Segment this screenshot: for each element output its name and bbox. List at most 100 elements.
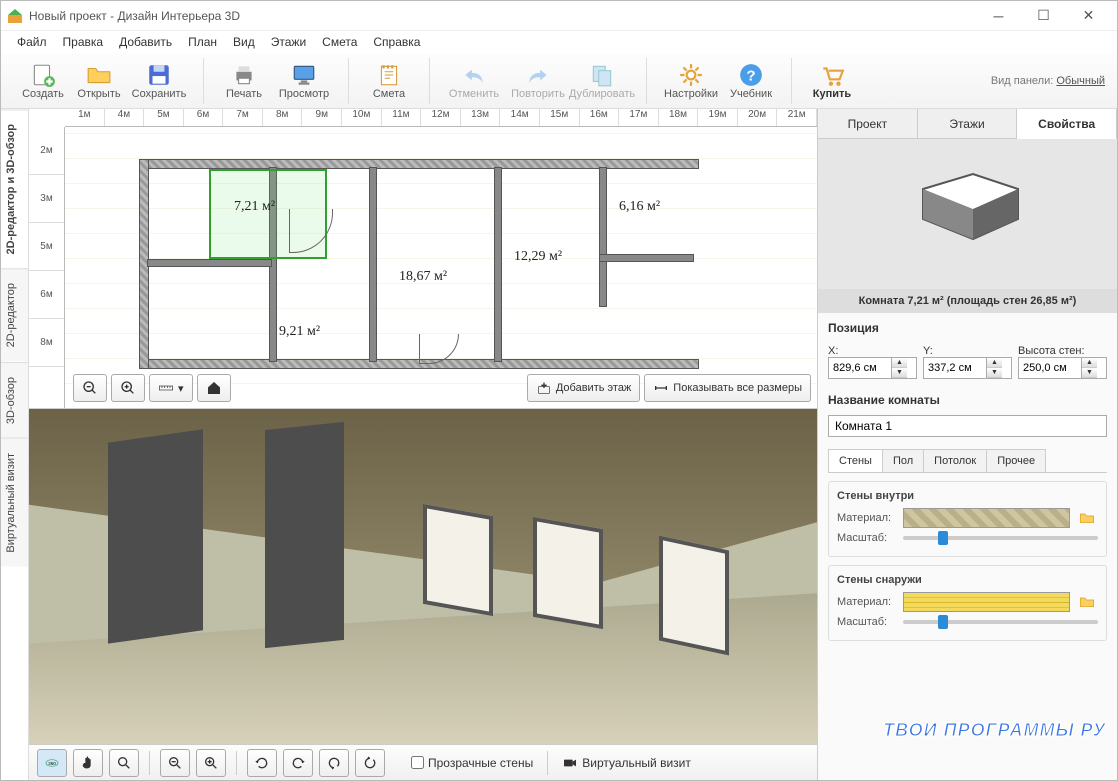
minimize-button[interactable]: ─ xyxy=(976,2,1021,30)
zoom-in-3d[interactable] xyxy=(196,749,226,777)
zoom-in-icon xyxy=(120,380,136,396)
duplicate-icon xyxy=(589,62,615,88)
position-x-input[interactable]: ▲▼ xyxy=(828,357,917,379)
menu-help[interactable]: Справка xyxy=(365,33,428,51)
tab-2d[interactable]: 2D-редактор xyxy=(1,268,28,361)
settings-button[interactable]: Настройки xyxy=(659,57,723,105)
tab-project[interactable]: Проект xyxy=(818,109,918,138)
ruler-horizontal: 1м4м5м6м7м8м9м10м11м12м13м14м15м16м17м18… xyxy=(65,109,817,127)
tilt-down-icon xyxy=(362,755,378,771)
hand-icon xyxy=(80,755,96,771)
subtab-floor[interactable]: Пол xyxy=(882,449,924,472)
orbit-button[interactable]: 360 xyxy=(37,749,67,777)
room-area-4: 12,29 м² xyxy=(514,249,562,265)
view-3d-canvas[interactable] xyxy=(29,409,817,744)
rotate-cw-button[interactable] xyxy=(283,749,313,777)
tilt-up-icon xyxy=(326,755,342,771)
browse-material-outer[interactable] xyxy=(1076,592,1098,612)
tab-floors[interactable]: Этажи xyxy=(918,109,1018,138)
window-title: Новый проект - Дизайн Интерьера 3D xyxy=(29,9,976,23)
duplicate-button[interactable]: Дублировать xyxy=(570,57,634,105)
folder-icon xyxy=(1078,510,1096,526)
undo-icon xyxy=(461,62,487,88)
tutorial-button[interactable]: ?Учебник xyxy=(723,57,779,105)
menu-view[interactable]: Вид xyxy=(225,33,263,51)
tilt-down-button[interactable] xyxy=(355,749,385,777)
menu-floors[interactable]: Этажи xyxy=(263,33,314,51)
home-button[interactable] xyxy=(197,374,231,402)
measure-button[interactable]: ▾ xyxy=(149,374,193,402)
tilt-up-button[interactable] xyxy=(319,749,349,777)
menu-bar: Файл Правка Добавить План Вид Этажи Смет… xyxy=(1,31,1117,53)
zoom-in-button[interactable] xyxy=(111,374,145,402)
rotate-ccw-button[interactable] xyxy=(247,749,277,777)
rotate-cw-icon xyxy=(290,755,306,771)
svg-text:360: 360 xyxy=(48,761,56,766)
walls-outside-group: Стены снаружи Материал: Масштаб: xyxy=(828,565,1107,641)
rotate-ccw-icon xyxy=(254,755,270,771)
zoom-out-button[interactable] xyxy=(73,374,107,402)
room-area-2: 6,16 м² xyxy=(619,199,660,215)
tab-virtual[interactable]: Виртуальный визит xyxy=(1,438,28,567)
zoom-button[interactable] xyxy=(109,749,139,777)
monitor-icon xyxy=(291,62,317,88)
tab-3d[interactable]: 3D-обзор xyxy=(1,362,28,438)
new-icon xyxy=(30,62,56,88)
plan-2d-canvas[interactable]: 1м4м5м6м7м8м9м10м11м12м13м14м15м16м17м18… xyxy=(29,109,817,409)
notepad-icon xyxy=(376,62,402,88)
show-dims-button[interactable]: Показывать все размеры xyxy=(644,374,811,402)
menu-plan[interactable]: План xyxy=(180,33,225,51)
dimensions-icon xyxy=(653,380,669,396)
save-button[interactable]: Сохранить xyxy=(127,57,191,105)
room-area-1: 7,21 м² xyxy=(234,199,275,215)
undo-button[interactable]: Отменить xyxy=(442,57,506,105)
open-button[interactable]: Открыть xyxy=(71,57,127,105)
maximize-button[interactable]: ☐ xyxy=(1021,2,1066,30)
subtab-walls[interactable]: Стены xyxy=(828,449,883,472)
scale-inner-slider[interactable] xyxy=(903,536,1098,540)
position-y-input[interactable]: ▲▼ xyxy=(923,357,1012,379)
browse-material-inner[interactable] xyxy=(1076,508,1098,528)
search-icon xyxy=(116,755,132,771)
menu-estimate[interactable]: Смета xyxy=(314,33,365,51)
tab-2d-3d[interactable]: 2D-редактор и 3D-обзор xyxy=(1,109,28,268)
floor-plan[interactable]: 7,21 м² 6,16 м² 18,67 м² 12,29 м² 9,21 м… xyxy=(139,139,699,369)
properties-panel: Проект Этажи Свойства Комната 7,21 м² (п… xyxy=(817,109,1117,780)
scale-outer-slider[interactable] xyxy=(903,620,1098,624)
section-name: Название комнаты xyxy=(828,393,1107,407)
zoom-out-icon xyxy=(82,380,98,396)
folder-open-icon xyxy=(86,62,112,88)
preview-button[interactable]: Просмотр xyxy=(272,57,336,105)
menu-edit[interactable]: Правка xyxy=(55,33,112,51)
gear-icon xyxy=(678,62,704,88)
folder-icon xyxy=(1078,594,1096,610)
panel-mode-link[interactable]: Обычный xyxy=(1056,75,1105,87)
subtab-other[interactable]: Прочее xyxy=(986,449,1046,472)
ruler-icon xyxy=(158,380,174,396)
add-floor-button[interactable]: Добавить этаж xyxy=(527,374,640,402)
redo-button[interactable]: Повторить xyxy=(506,57,570,105)
walls-inside-group: Стены внутри Материал: Масштаб: xyxy=(828,481,1107,557)
print-button[interactable]: Печать xyxy=(216,57,272,105)
tab-properties[interactable]: Свойства xyxy=(1017,109,1117,139)
subtab-ceiling[interactable]: Потолок xyxy=(923,449,987,472)
printer-icon xyxy=(231,62,257,88)
zoom-out-3d[interactable] xyxy=(160,749,190,777)
new-button[interactable]: Создать xyxy=(15,57,71,105)
buy-button[interactable]: Купить xyxy=(804,57,860,105)
wall-height-input[interactable]: ▲▼ xyxy=(1018,357,1107,379)
menu-add[interactable]: Добавить xyxy=(111,33,180,51)
material-outer-swatch[interactable] xyxy=(903,592,1070,612)
close-button[interactable]: ✕ xyxy=(1066,2,1111,30)
add-floor-icon xyxy=(536,380,552,396)
home-icon xyxy=(206,380,222,396)
svg-text:?: ? xyxy=(746,67,755,84)
estimate-button[interactable]: Смета xyxy=(361,57,417,105)
room-name-input[interactable] xyxy=(828,415,1107,437)
pan-button[interactable] xyxy=(73,749,103,777)
section-position: Позиция xyxy=(828,321,1107,335)
material-inner-swatch[interactable] xyxy=(903,508,1070,528)
virtual-visit-button[interactable]: Виртуальный визит xyxy=(562,755,691,771)
transparent-walls-checkbox[interactable]: Прозрачные стены xyxy=(411,756,533,770)
menu-file[interactable]: Файл xyxy=(9,33,55,51)
